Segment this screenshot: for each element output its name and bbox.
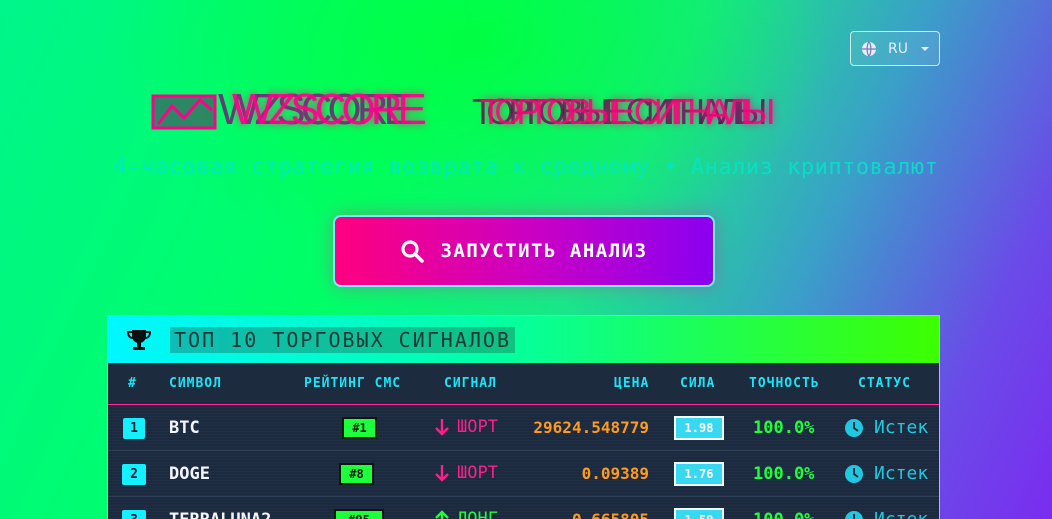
tagline: ТОРГОВЫЕ СИГНАЛЫ bbox=[480, 91, 775, 132]
cmc-rank-badge: #8 bbox=[339, 463, 374, 485]
col-cmc: РЕЙТИНГ CMC bbox=[304, 376, 402, 391]
arrow-up-icon bbox=[435, 510, 449, 519]
chart-logo-icon bbox=[151, 94, 217, 130]
panel-title: ТОП 10 ТОРГОВЫХ СИГНАЛОВ bbox=[170, 326, 515, 353]
cmc-rank-badge: #95 bbox=[334, 509, 384, 519]
brand-name: WZSCORE bbox=[232, 85, 427, 134]
run-analysis-label: ЗАПУСТИТЬ АНАЛИЗ bbox=[440, 240, 648, 262]
signal-cell: ЛОНГ bbox=[435, 509, 498, 519]
accuracy-cell: 100.0% bbox=[753, 510, 814, 519]
cmc-rank-badge: #1 bbox=[342, 417, 377, 439]
status-label: Истек bbox=[874, 417, 929, 438]
col-price: ЦЕНА bbox=[614, 376, 650, 391]
col-rank: # bbox=[128, 376, 137, 391]
status-label: Истек bbox=[874, 463, 929, 484]
language-select[interactable]: RU bbox=[850, 31, 940, 66]
table-header: # СИМВОЛ РЕЙТИНГ CMC СИГНАЛ ЦЕНА СИЛА ТО… bbox=[108, 363, 939, 405]
rank-badge: 2 bbox=[122, 464, 146, 485]
status-cell: Истек bbox=[844, 509, 928, 519]
symbol-cell: TERRALUNA2 bbox=[169, 510, 271, 519]
signal-label: ШОРТ bbox=[457, 463, 498, 483]
hero-title: WZSCORE WZSCORE ТОРГОВЫЕ СИГНАЛЫ ТОРГОВЫ… bbox=[0, 82, 1052, 142]
symbol-cell: DOGE bbox=[169, 464, 210, 484]
signal-label: ШОРТ bbox=[457, 417, 498, 437]
arrow-down-icon bbox=[435, 419, 449, 436]
language-value: RU bbox=[888, 40, 908, 57]
accuracy-cell: 100.0% bbox=[753, 418, 815, 438]
signals-panel: ТОП 10 ТОРГОВЫХ СИГНАЛОВ # СИМВОЛ РЕЙТИН… bbox=[107, 315, 940, 519]
rank-badge: 3 bbox=[122, 510, 146, 519]
price-cell: 0.09389 bbox=[581, 464, 649, 483]
signal-cell: ШОРТ bbox=[435, 417, 498, 437]
price-cell: 0.665805 bbox=[572, 510, 649, 519]
search-icon bbox=[401, 240, 425, 263]
clock-icon bbox=[845, 464, 863, 483]
arrow-down-icon bbox=[435, 465, 449, 482]
panel-header: ТОП 10 ТОРГОВЫХ СИГНАЛОВ bbox=[108, 316, 939, 363]
strength-badge: 1.98 bbox=[674, 416, 724, 440]
subtitle: 4-часовая стратегия возврата к среднему … bbox=[113, 155, 939, 180]
signal-cell: ШОРТ bbox=[435, 463, 498, 483]
strength-badge: 1.59 bbox=[674, 508, 724, 519]
col-signal: СИГНАЛ bbox=[444, 376, 497, 391]
signal-label: ЛОНГ bbox=[457, 509, 498, 519]
status-cell: Истек bbox=[844, 417, 928, 438]
col-status: СТАТУС bbox=[858, 376, 911, 391]
caret-down-icon bbox=[921, 47, 929, 51]
rank-badge: 1 bbox=[123, 418, 145, 439]
signals-table-body: 1 BTC #1 ШОРТ 29624.548779 1.98 100.0% И… bbox=[108, 405, 939, 519]
clock-icon bbox=[845, 418, 863, 437]
price-cell: 29624.548779 bbox=[533, 418, 649, 437]
accuracy-cell: 100.0% bbox=[753, 464, 815, 484]
status-cell: Истек bbox=[844, 463, 928, 484]
table-row[interactable]: 3 TERRALUNA2 #95 ЛОНГ 0.665805 1.59 100.… bbox=[108, 497, 939, 519]
col-symbol: СИМВОЛ bbox=[169, 376, 222, 391]
globe-icon bbox=[862, 41, 876, 56]
symbol-cell: BTC bbox=[169, 418, 200, 438]
strength-badge: 1.76 bbox=[674, 462, 724, 486]
table-row[interactable]: 1 BTC #1 ШОРТ 29624.548779 1.98 100.0% И… bbox=[108, 405, 939, 451]
clock-icon bbox=[845, 510, 863, 519]
col-accuracy: ТОЧНОСТЬ bbox=[749, 376, 820, 391]
col-strength: СИЛА bbox=[680, 376, 716, 391]
run-analysis-button[interactable]: ЗАПУСТИТЬ АНАЛИЗ bbox=[333, 215, 715, 287]
trophy-icon bbox=[126, 329, 152, 350]
table-row[interactable]: 2 DOGE #8 ШОРТ 0.09389 1.76 100.0% Истек bbox=[108, 451, 939, 497]
status-label: Истек bbox=[874, 509, 928, 519]
